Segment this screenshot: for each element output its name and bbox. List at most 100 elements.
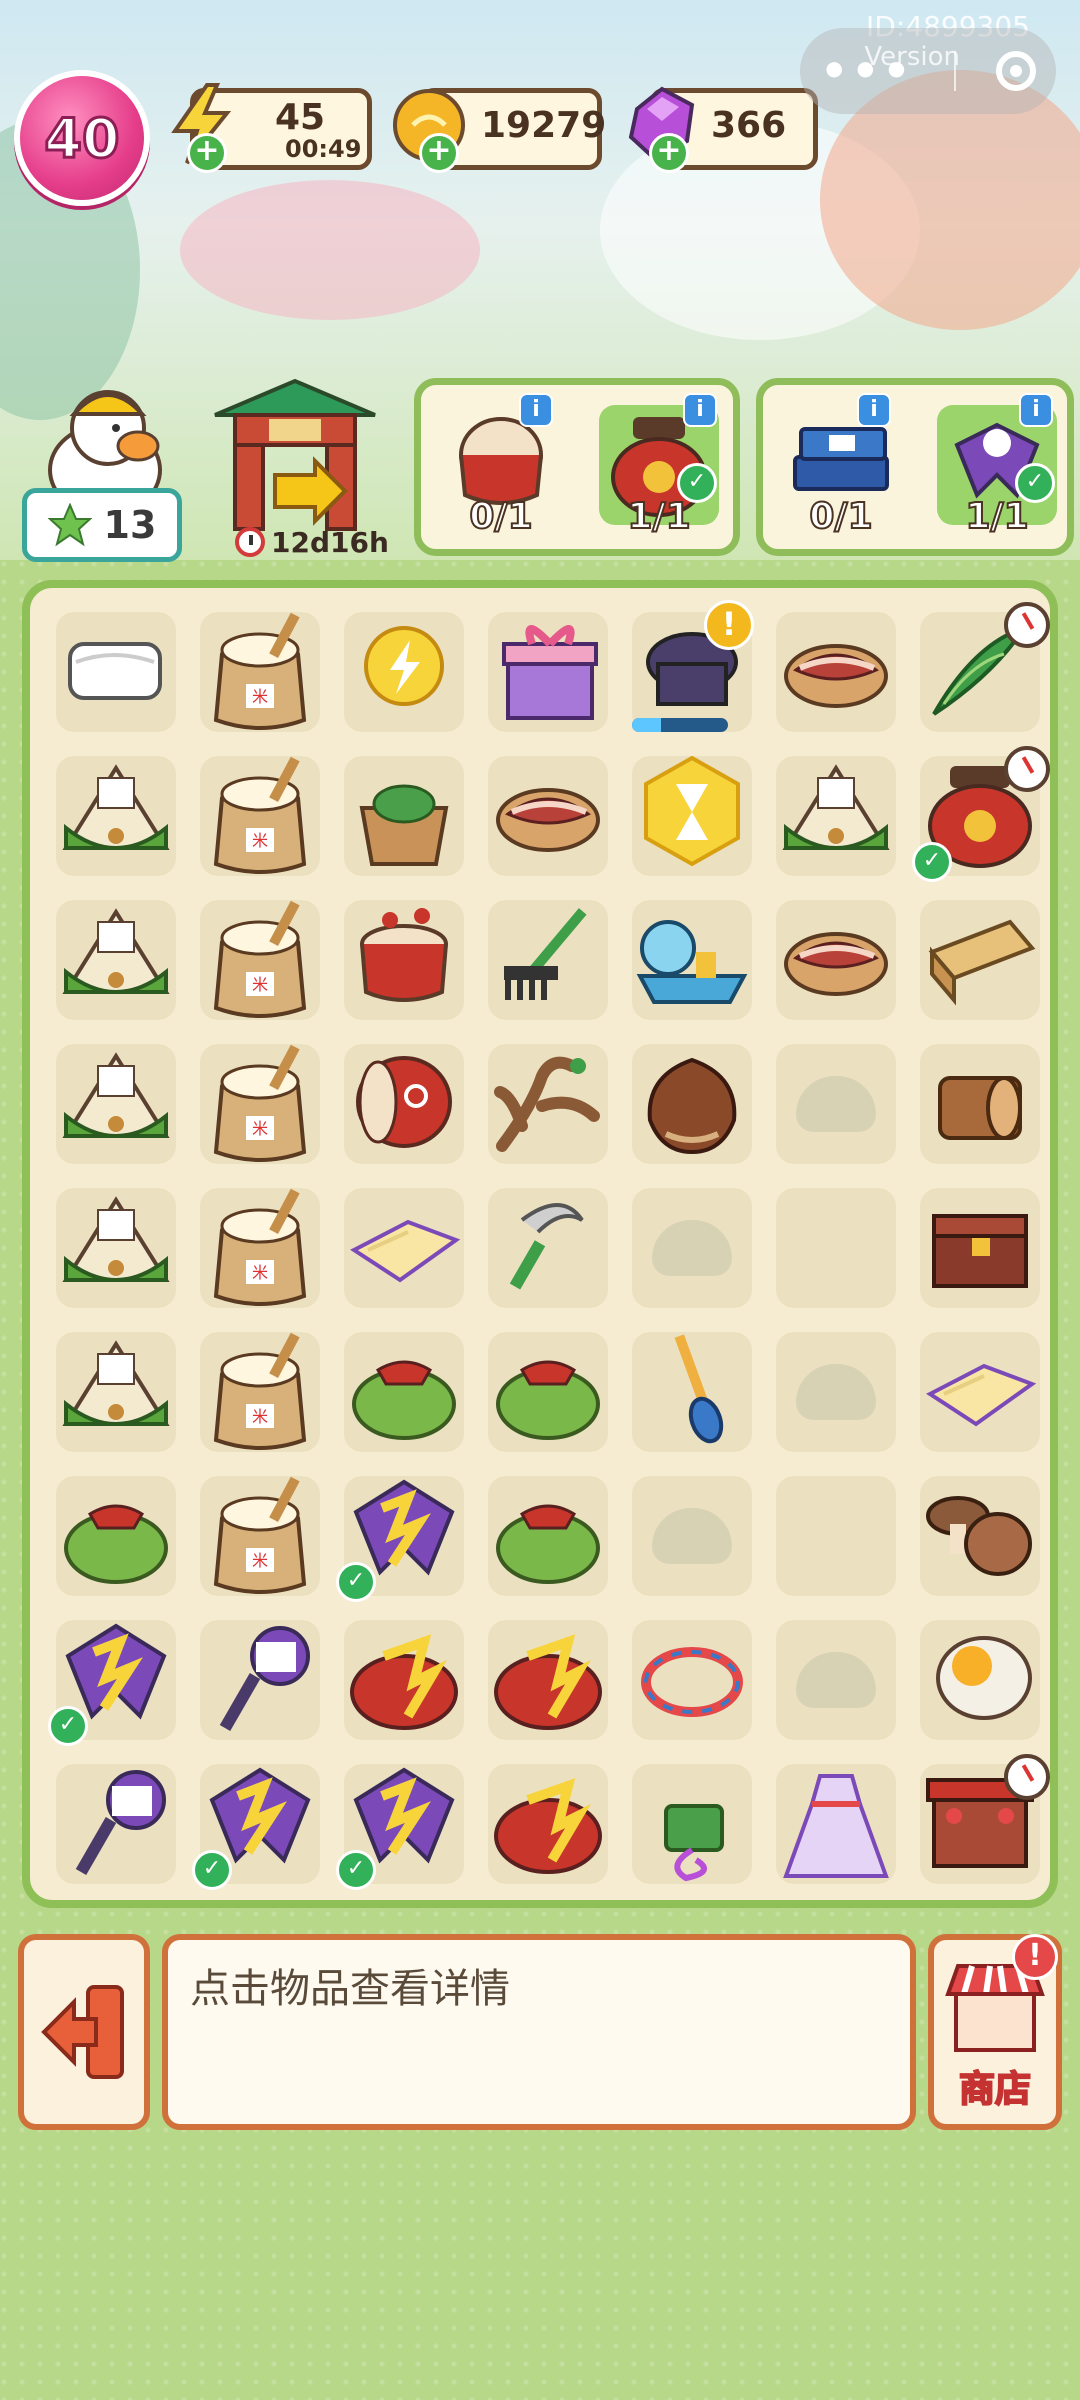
rice-sack-icon[interactable]: 米 <box>194 1324 326 1456</box>
board-cell[interactable] <box>620 1608 764 1752</box>
board-cell[interactable]: ✓ <box>44 1608 188 1752</box>
board-cell[interactable] <box>764 1464 908 1608</box>
board-cell[interactable] <box>908 1032 1052 1176</box>
tiger-pouch-icon[interactable] <box>482 1612 614 1744</box>
paddle-icon[interactable] <box>626 1324 758 1456</box>
board-cell[interactable] <box>620 1032 764 1176</box>
board-cell[interactable] <box>476 1320 620 1464</box>
gem-plus-icon[interactable]: + <box>649 133 689 173</box>
board-cell[interactable] <box>908 1176 1052 1320</box>
zongzi-icon[interactable] <box>50 1324 182 1456</box>
chestnut-icon[interactable] <box>626 1036 758 1168</box>
zongzi-basket-icon[interactable] <box>338 748 470 880</box>
rice-sack-icon[interactable]: 米 <box>194 1036 326 1168</box>
board-cell[interactable] <box>908 888 1052 1032</box>
board-cell[interactable] <box>620 1320 764 1464</box>
board-cell[interactable] <box>332 1176 476 1320</box>
bacon-icon[interactable] <box>482 748 614 880</box>
board-cell[interactable] <box>620 1752 764 1896</box>
star-counter[interactable]: 13 <box>22 488 182 562</box>
board-cell[interactable] <box>476 1752 620 1896</box>
info-icon[interactable]: i <box>1019 393 1053 427</box>
board-cell[interactable]: 米 <box>188 744 332 888</box>
bacon-icon[interactable] <box>770 892 902 1024</box>
board-cell[interactable]: 米 <box>188 888 332 1032</box>
board-cell[interactable] <box>764 744 908 888</box>
board-cell[interactable] <box>764 1752 908 1896</box>
hanfu-dress-icon[interactable] <box>770 1756 902 1888</box>
tiger-pouch-icon[interactable] <box>482 1756 614 1888</box>
board-cell[interactable] <box>908 600 1052 744</box>
sickle-icon[interactable] <box>482 1180 614 1312</box>
close-miniprogram-icon[interactable] <box>995 51 1036 91</box>
board-cell[interactable]: ✓ <box>332 1752 476 1896</box>
board-cell[interactable] <box>764 600 908 744</box>
info-icon[interactable]: i <box>519 393 553 427</box>
kite-spool-icon[interactable] <box>194 1612 326 1744</box>
board-cell[interactable] <box>332 1608 476 1752</box>
pouch-icon[interactable] <box>482 1324 614 1456</box>
board-cell[interactable] <box>44 1464 188 1608</box>
zongzi-icon[interactable] <box>50 748 182 880</box>
board-cell[interactable] <box>908 1608 1052 1752</box>
log-icon[interactable] <box>914 1036 1046 1168</box>
board-cell[interactable] <box>908 1320 1052 1464</box>
zongzi-icon[interactable] <box>50 1036 182 1168</box>
board-cell[interactable] <box>908 1464 1052 1608</box>
info-icon[interactable]: i <box>683 393 717 427</box>
board-cell[interactable] <box>44 744 188 888</box>
board-cell[interactable] <box>332 1032 476 1176</box>
tassel-charm-icon[interactable] <box>626 1756 758 1888</box>
wood-plank-icon[interactable] <box>914 892 1046 1024</box>
board-cell[interactable]: ! <box>620 600 764 744</box>
board-cell[interactable] <box>44 1752 188 1896</box>
gem-counter[interactable]: + 366 <box>628 86 818 173</box>
energy-plus-icon[interactable]: + <box>187 133 227 173</box>
board-cell[interactable] <box>44 888 188 1032</box>
cloth-yellow-icon[interactable] <box>914 1324 1046 1456</box>
board-cell[interactable]: ✓ <box>188 1752 332 1896</box>
gift-box-icon[interactable] <box>482 604 614 736</box>
salted-egg-icon[interactable] <box>914 1612 1046 1744</box>
kite-spool-icon[interactable] <box>50 1756 182 1888</box>
shop-button[interactable]: 商店 ! <box>928 1934 1062 2130</box>
rice-sack-icon[interactable]: 米 <box>194 1180 326 1312</box>
board-cell[interactable]: ✓ <box>908 744 1052 888</box>
wooden-chest-icon[interactable] <box>914 1180 1046 1312</box>
pouch-icon[interactable] <box>482 1468 614 1600</box>
board-cell[interactable] <box>908 1752 1052 1896</box>
barrel-drum-icon[interactable] <box>338 1036 470 1168</box>
board-cell[interactable] <box>476 1608 620 1752</box>
drum-icon[interactable] <box>338 892 470 1024</box>
bacon-icon[interactable] <box>770 604 902 736</box>
hourglass-icon[interactable] <box>626 748 758 880</box>
rake-icon[interactable] <box>482 892 614 1024</box>
board-cell[interactable] <box>44 1320 188 1464</box>
pouch-icon[interactable] <box>338 1324 470 1456</box>
board-cell[interactable] <box>476 744 620 888</box>
board-cell[interactable] <box>44 600 188 744</box>
board-cell[interactable]: ✓ <box>332 1464 476 1608</box>
rice-sack-icon[interactable]: 米 <box>194 748 326 880</box>
dragon-boat-icon[interactable] <box>626 892 758 1024</box>
rice-sack-icon[interactable]: 米 <box>194 1468 326 1600</box>
coin-counter[interactable]: + 19279 <box>393 88 606 173</box>
energy-coin-icon[interactable] <box>338 604 470 736</box>
tiger-pouch-icon[interactable] <box>338 1612 470 1744</box>
mushrooms-icon[interactable] <box>914 1468 1046 1600</box>
board-cell[interactable]: 米 <box>188 1176 332 1320</box>
info-icon[interactable]: i <box>857 393 891 427</box>
zongzi-icon[interactable] <box>50 892 182 1024</box>
board-cell[interactable] <box>764 1608 908 1752</box>
board-cell[interactable] <box>764 1320 908 1464</box>
board-cell[interactable] <box>332 600 476 744</box>
zongzi-icon[interactable] <box>50 1180 182 1312</box>
board-cell[interactable]: 米 <box>188 1464 332 1608</box>
level-badge[interactable]: 40 <box>14 70 150 206</box>
board-cell[interactable]: 米 <box>188 1032 332 1176</box>
exit-button[interactable] <box>18 1934 150 2130</box>
order-card-2[interactable]: 0/1 1/1 ✓ i i <box>756 378 1074 556</box>
board-cell[interactable] <box>476 1032 620 1176</box>
board-cell[interactable] <box>332 1320 476 1464</box>
energy-counter[interactable]: + 45 00:49 <box>171 83 372 173</box>
